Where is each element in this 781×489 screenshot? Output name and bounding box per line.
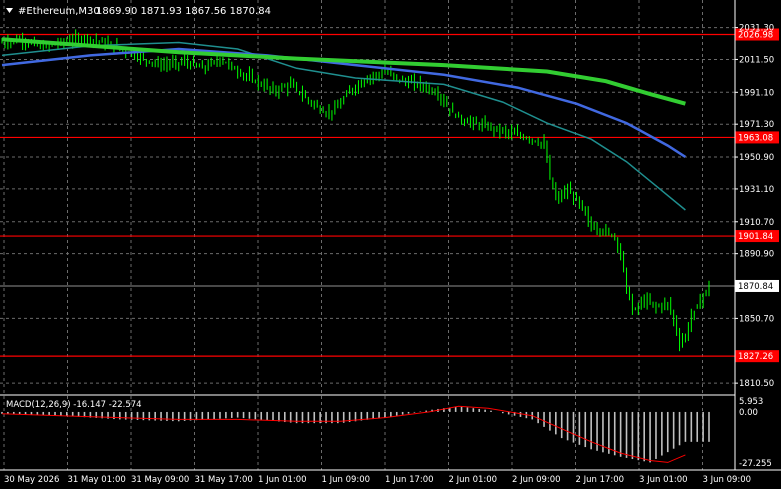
time-tick-label: 31 May 09:00 <box>131 475 189 485</box>
trading-chart[interactable]: 2026.981963.081901.841827.261870.84 MACD… <box>0 0 781 489</box>
price-tick-label: 1810.50 <box>739 379 774 389</box>
level-badge-label: 1827.26 <box>738 352 773 362</box>
macd-label: MACD(12,26,9) -16.147 -22.574 <box>6 400 142 410</box>
time-tick-label: 2 Jun 01:00 <box>449 475 498 485</box>
level-badge-label: 1963.08 <box>738 133 773 143</box>
time-tick-label: 31 May 17:00 <box>195 475 253 485</box>
price-tick-label: 1931.10 <box>739 185 774 195</box>
ohlc-values: 1869.90 1871.93 1867.56 1870.84 <box>96 6 271 17</box>
price-tick-label: 1991.10 <box>739 88 774 98</box>
macd-axis-label: 0.00 <box>739 408 758 418</box>
macd-axis-label: -27.255 <box>739 459 772 469</box>
price-tick-label: 1890.90 <box>739 250 774 260</box>
time-tick-label: 3 Jun 01:00 <box>639 475 688 485</box>
price-tick-label: 1971.30 <box>739 120 774 130</box>
time-tick-label: 1 Jun 09:00 <box>322 475 371 485</box>
price-tick-label: 2031.30 <box>739 24 774 34</box>
price-tick-label: 1910.70 <box>739 218 774 228</box>
chart-header: #Ethereum,M30 1869.90 1871.93 1867.56 18… <box>6 6 271 17</box>
price-tick-label: 2011.50 <box>739 55 774 65</box>
time-tick-label: 2 Jun 17:00 <box>576 475 625 485</box>
level-badge-label: 1901.84 <box>738 232 773 242</box>
time-tick-label: 30 May 2026 <box>4 475 59 485</box>
macd-axis-label: 5.953 <box>739 397 763 407</box>
time-tick-label: 31 May 01:00 <box>68 475 126 485</box>
time-tick-label: 2 Jun 09:00 <box>512 475 561 485</box>
time-tick-label: 3 Jun 09:00 <box>703 475 752 485</box>
symbol-label: #Ethereum,M30 <box>18 6 100 17</box>
price-tick-label: 1850.70 <box>739 314 774 324</box>
price-tick-label: 1950.90 <box>739 153 774 163</box>
current-price-label: 1870.84 <box>738 282 773 292</box>
time-tick-label: 1 Jun 17:00 <box>385 475 434 485</box>
time-tick-label: 1 Jun 01:00 <box>258 475 307 485</box>
